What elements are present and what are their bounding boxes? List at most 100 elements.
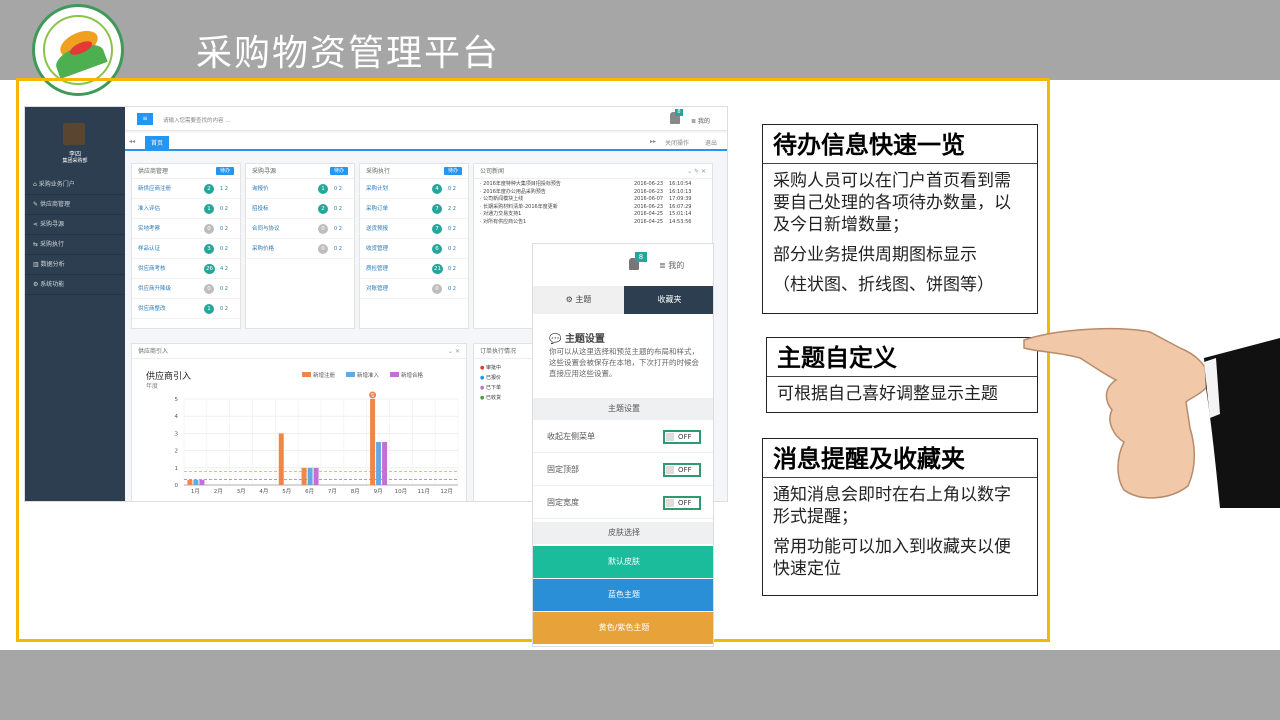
list-item[interactable]: 送货预报 7 0 2 <box>360 219 468 239</box>
tab-next-icon[interactable]: ▸▸ <box>650 138 656 145</box>
y-tick-label: 1 <box>175 466 179 472</box>
close-ops-menu[interactable]: 关闭操作 <box>665 138 689 147</box>
x-tick-label: 5月 <box>282 488 291 495</box>
sidebar-item-label: 数据分析 <box>40 261 65 268</box>
logout-link[interactable]: 退出 <box>705 138 717 147</box>
list-item[interactable]: 供应商升降级 0 0 2 <box>132 279 240 299</box>
x-tick-label: 1月 <box>191 488 200 495</box>
news-list: · 2016年度特种大集项目招投标预告 2016-06-23 16:10:54 · … <box>474 179 712 229</box>
callout-theme: 主题自定义 可根据自己喜好调整显示主题 <box>766 337 1038 413</box>
pointing-hand-icon <box>1023 327 1280 508</box>
y-tick-label: 0 <box>175 483 179 489</box>
supplier-chart: 供应商引入年度 新增注册 新增准入 新增合格 0 1 2 3 4 5 1月 2月 3月 4月 5月 6月 7月 8… <box>146 370 459 495</box>
tab-favorites[interactable]: 收藏夹 <box>624 286 713 314</box>
list-item[interactable]: 供应商整改 1 0 2 <box>132 299 240 319</box>
legend-label: 新增准入 <box>357 371 380 379</box>
list-item[interactable]: 样品认证 3 0 2 <box>132 239 240 259</box>
list-item[interactable]: 实地考察 0 0 2 <box>132 219 240 239</box>
list-item[interactable]: 准入评估 1 0 2 <box>132 199 240 219</box>
todo-badge[interactable]: 待办 <box>216 167 234 175</box>
search-input[interactable]: 请输入您需要查找的内容 ... <box>163 116 231 124</box>
notification-count: 8 <box>635 252 647 262</box>
sidebar-item-execution[interactable]: ⇆ 采购执行 <box>25 235 125 255</box>
mine-menu[interactable]: ≣ 我的 <box>691 116 710 125</box>
chart-subtitle: 年度 <box>146 382 158 390</box>
fixed-width-toggle[interactable]: OFF <box>663 496 701 510</box>
count-badge: 0 <box>204 284 214 294</box>
sidebar: 李四 集团采购部 ⌂ 采购业务门户 ✎ 供应商管理 ⋖ 采购寻源 ⇆ 采购执行 … <box>25 107 125 501</box>
panel-sourcing: 采购寻源 待办 询报价 1 0 2 招投标 2 0 2 合同与协议 0 0 2 采购价格 0 0 … <box>245 163 355 329</box>
count-badge: 4 <box>432 184 442 194</box>
panel-execution: 采购执行 待办 采购计划 4 0 2 采购订单 7 2 2 送货预报 7 0 2 收货管理 6 0… <box>359 163 469 329</box>
list-item[interactable]: 招投标 2 0 2 <box>246 199 354 219</box>
list-item[interactable]: 对账管理 0 0 2 <box>360 279 468 299</box>
count-badge: 7 <box>432 204 442 214</box>
count-badge: 0 <box>204 224 214 234</box>
list-item[interactable]: 供应商考核 26 4 2 <box>132 259 240 279</box>
legend-swatch <box>390 372 399 377</box>
user-role[interactable]: 集团采购部 <box>25 157 125 164</box>
legend-item: ● 审批中 <box>480 365 501 371</box>
skin-yellow-purple-button[interactable]: 黄色/紫色主题 <box>533 612 713 644</box>
top-bar: ≡ 请输入您需要查找的内容 ... 8 ≣ 我的 <box>125 107 727 131</box>
chart-title: 供应商引入 <box>146 370 191 382</box>
count-badge: 1 <box>318 184 328 194</box>
sidebar-item-analysis[interactable]: ▥ 数据分析 <box>25 255 125 275</box>
callout-text: 部分业务提供周期图标显示 <box>773 245 977 265</box>
list-item[interactable]: 采购价格 0 0 2 <box>246 239 354 259</box>
list-item[interactable]: 采购订单 7 2 2 <box>360 199 468 219</box>
sidebar-item-system[interactable]: ⚙ 系统功能 <box>25 275 125 295</box>
list-item[interactable]: 合同与协议 0 0 2 <box>246 219 354 239</box>
callout-notify: 消息提醒及收藏夹 通知消息会即时在右上角以数字形式提醒； 常用功能可以加入到收藏… <box>762 438 1038 596</box>
y-tick-label: 4 <box>175 414 179 420</box>
tab-theme[interactable]: ⚙ 主题 <box>533 286 624 314</box>
todo-badge[interactable]: 待办 <box>444 167 462 175</box>
panel-title: 公司新闻 <box>480 168 505 175</box>
count-badge: 1 <box>204 204 214 214</box>
tab-label: 主题 <box>575 295 592 304</box>
panel-tools-icon[interactable]: ⌄ ✕ <box>448 344 460 359</box>
data-label: 5 <box>371 393 374 399</box>
news-item[interactable]: · 公司新闻模块上线 2016-06-07 17:09:39 <box>480 196 706 204</box>
menu-toggle-button[interactable]: ≡ <box>137 113 153 125</box>
tab-prev-icon[interactable]: ◂◂ <box>129 138 135 145</box>
skin-blue-button[interactable]: 蓝色主题 <box>533 579 713 611</box>
skin-default-button[interactable]: 默认皮肤 <box>533 546 713 578</box>
news-item[interactable]: · 对通力交易支持1 2016-04-25 15:01:14 <box>480 211 706 219</box>
news-item[interactable]: · 对所有供应商公告1 2016-04-25 14:53:56 <box>480 219 706 227</box>
theme-description: 你可以从这里选择和预览主题的布局和样式，这些设置会被保存在本地，下次打开的时候会… <box>549 347 699 378</box>
x-tick-label: 6月 <box>305 488 314 495</box>
panel-tools-icon[interactable]: ⌄ ✎ ✕ <box>687 164 706 179</box>
y-tick-label: 2 <box>175 449 179 455</box>
callout-title: 主题自定义 <box>777 344 897 372</box>
sidebar-item-portal[interactable]: ⌂ 采购业务门户 <box>25 175 125 195</box>
news-item[interactable]: · 2016年度特种大集项目招投标预告 2016-06-23 16:10:54 <box>480 181 706 189</box>
list-item[interactable]: 询报价 1 0 2 <box>246 179 354 199</box>
callout-text: 可根据自己喜好调整显示主题 <box>777 384 998 404</box>
sidebar-item-label: 系统功能 <box>40 281 65 288</box>
option-fixed-header: 固定顶部 OFF <box>533 454 713 486</box>
callout-text: 常用功能可以加入到收藏夹以便快速定位 <box>773 537 1011 579</box>
list-item[interactable]: 质检管理 21 0 2 <box>360 259 468 279</box>
mine-menu[interactable]: ≣ 我的 <box>659 260 684 271</box>
tab-home[interactable]: 首页 <box>145 136 169 151</box>
todo-badge[interactable]: 待办 <box>330 167 348 175</box>
list-item[interactable]: 新供应商注册 2 1 2 <box>132 179 240 199</box>
avatar[interactable] <box>63 123 85 145</box>
list-item[interactable]: 采购计划 4 0 2 <box>360 179 468 199</box>
option-collapse-menu: 收起左侧菜单 OFF <box>533 421 713 453</box>
collapse-menu-toggle[interactable]: OFF <box>663 430 701 444</box>
sidebar-item-supplier[interactable]: ✎ 供应商管理 <box>25 195 125 215</box>
sidebar-item-sourcing[interactable]: ⋖ 采购寻源 <box>25 215 125 235</box>
count-badge: 21 <box>432 264 443 274</box>
x-tick-label: 8月 <box>351 488 360 495</box>
y-tick-label: 5 <box>175 397 179 403</box>
sidebar-item-label: 采购业务门户 <box>38 181 75 188</box>
panel-title: 采购执行 <box>366 168 391 175</box>
list-item[interactable]: 收货管理 6 0 2 <box>360 239 468 259</box>
bar <box>307 467 313 485</box>
panel-supplier-chart: 供应商引入 ⌄ ✕ 供应商引入 年度 新增注册 新增准入 新增合格 0 1 2 3 4 5 1月 2月 3月… <box>131 343 467 501</box>
chat-icon: 💬 <box>549 334 562 345</box>
fixed-header-toggle[interactable]: OFF <box>663 463 701 477</box>
panel-title: 采购寻源 <box>252 168 277 175</box>
